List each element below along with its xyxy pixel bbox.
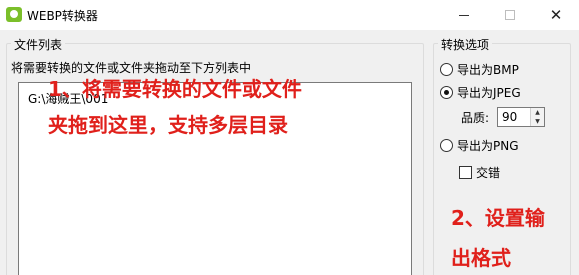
instruction-annotation-1: 1、将需要转换的文件或文件 xyxy=(48,77,302,101)
instruction-annotation-2-line2: 出格式 xyxy=(451,246,511,270)
bmp-label: 导出为BMP xyxy=(457,63,519,77)
window-body: 文件列表 将需要转换的文件或文件夹拖动至下方列表中 G:\海贼王\001 1、将… xyxy=(0,30,579,275)
quality-stepper[interactable]: 90 ▲ ▼ xyxy=(497,107,546,127)
minimize-button[interactable] xyxy=(441,0,487,30)
export-jpeg-option[interactable]: 导出为JPEG xyxy=(440,84,521,101)
interlace-label: 交错 xyxy=(476,166,501,180)
instruction-annotation-1-line2: 夹拖到这里，支持多层目录 xyxy=(48,113,288,137)
png-label: 导出为PNG xyxy=(457,139,519,153)
maximize-button xyxy=(487,0,533,30)
window-title: WEBP转换器 xyxy=(27,9,98,23)
quality-stepper-buttons: ▲ ▼ xyxy=(530,108,545,126)
png-radio[interactable] xyxy=(440,139,453,152)
app-icon xyxy=(6,7,22,22)
stepper-up-icon[interactable]: ▲ xyxy=(531,108,545,117)
minimize-icon xyxy=(459,14,469,16)
quality-label: 品质: xyxy=(461,110,490,125)
quality-row: 品质: 90 ▲ ▼ xyxy=(461,107,546,127)
stepper-down-icon[interactable]: ▼ xyxy=(531,117,545,126)
close-button[interactable]: ✕ xyxy=(533,0,579,30)
jpeg-radio[interactable] xyxy=(440,86,453,99)
maximize-icon xyxy=(505,10,515,20)
export-png-option[interactable]: 导出为PNG xyxy=(440,137,519,154)
file-list-legend: 文件列表 xyxy=(11,36,66,53)
export-bmp-option[interactable]: 导出为BMP xyxy=(440,61,519,78)
interlace-checkbox[interactable] xyxy=(459,166,472,179)
instruction-annotation-2: 2、设置输 xyxy=(451,206,545,230)
jpeg-label: 导出为JPEG xyxy=(457,86,521,100)
title-bar[interactable]: WEBP转换器 ✕ xyxy=(0,0,579,30)
quality-value[interactable]: 90 xyxy=(498,108,530,126)
convert-options-legend: 转换选项 xyxy=(438,36,493,53)
close-icon: ✕ xyxy=(549,6,563,24)
interlace-option[interactable]: 交错 xyxy=(459,164,500,181)
bmp-radio[interactable] xyxy=(440,63,453,76)
